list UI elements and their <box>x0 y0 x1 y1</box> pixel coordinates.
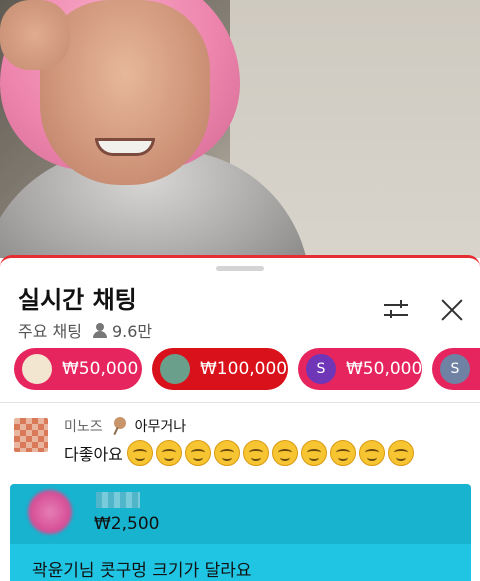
avatar <box>160 354 190 384</box>
smiling-face-icon <box>213 440 240 466</box>
chat-mode-label[interactable]: 주요 채팅 <box>18 318 82 342</box>
super-chat-amount: ₩2,500 <box>94 514 160 534</box>
super-chat-chip[interactable]: ₩100,000 <box>152 348 288 390</box>
smiling-face-icon <box>126 440 153 466</box>
chat-subtitle: 주요 채팅 9.6만 <box>18 318 152 342</box>
avatar <box>14 418 48 452</box>
message-text: 다좋아요 <box>64 445 123 464</box>
hand <box>0 0 70 70</box>
super-chat-header <box>10 484 471 544</box>
tune-icon[interactable] <box>382 296 410 324</box>
viewer-count-value: 9.6만 <box>111 322 153 341</box>
close-icon[interactable] <box>438 296 466 324</box>
chip-amount: ₩50,000 <box>62 359 139 379</box>
super-chat-ticker: ₩50,000 ₩100,000 S ₩50,000 S <box>14 348 480 392</box>
avatar: S <box>440 354 470 384</box>
message-author[interactable]: 미노즈 <box>64 416 103 436</box>
chip-amount: ₩50,000 <box>346 359 423 379</box>
video-frame[interactable] <box>0 0 480 258</box>
message-text-part: 아무거나 <box>134 419 187 435</box>
message-body: 다좋아요 <box>64 440 414 466</box>
avatar <box>22 354 52 384</box>
smiling-face-icon <box>387 440 414 466</box>
person-icon <box>92 323 108 338</box>
super-chat-chip[interactable]: ₩50,000 <box>14 348 142 390</box>
emoji-row <box>126 440 414 466</box>
divider <box>0 402 480 403</box>
avatar <box>28 490 72 534</box>
super-chat-chip[interactable]: S <box>432 348 480 390</box>
lollipop-icon <box>111 417 127 435</box>
avatar: S <box>306 354 336 384</box>
super-chat-chip[interactable]: S ₩50,000 <box>298 348 422 390</box>
smiling-face-icon <box>184 440 211 466</box>
message-header: 미노즈 아무거나 <box>64 416 186 436</box>
smiling-face-icon <box>300 440 327 466</box>
mouth <box>95 138 155 156</box>
super-chat-card[interactable]: ₩2,500 곽윤기님 콧구멍 크기가 달라요 <box>10 484 471 581</box>
live-chat-panel: 실시간 채팅 주요 채팅 9.6만 ₩50,000 ₩100,000 S ₩50… <box>0 255 480 581</box>
super-chat-message: 곽윤기님 콧구멍 크기가 달라요 <box>32 561 252 581</box>
super-chat-author[interactable] <box>96 492 140 508</box>
smiling-face-icon <box>329 440 356 466</box>
smiling-face-icon <box>358 440 385 466</box>
smiling-face-icon <box>271 440 298 466</box>
smiling-face-icon <box>155 440 182 466</box>
chat-title: 실시간 채팅 <box>18 286 137 314</box>
viewer-count: 9.6만 <box>92 318 152 342</box>
chip-amount: ₩100,000 <box>200 359 288 379</box>
smiling-face-icon <box>242 440 269 466</box>
drag-handle[interactable] <box>216 266 264 271</box>
